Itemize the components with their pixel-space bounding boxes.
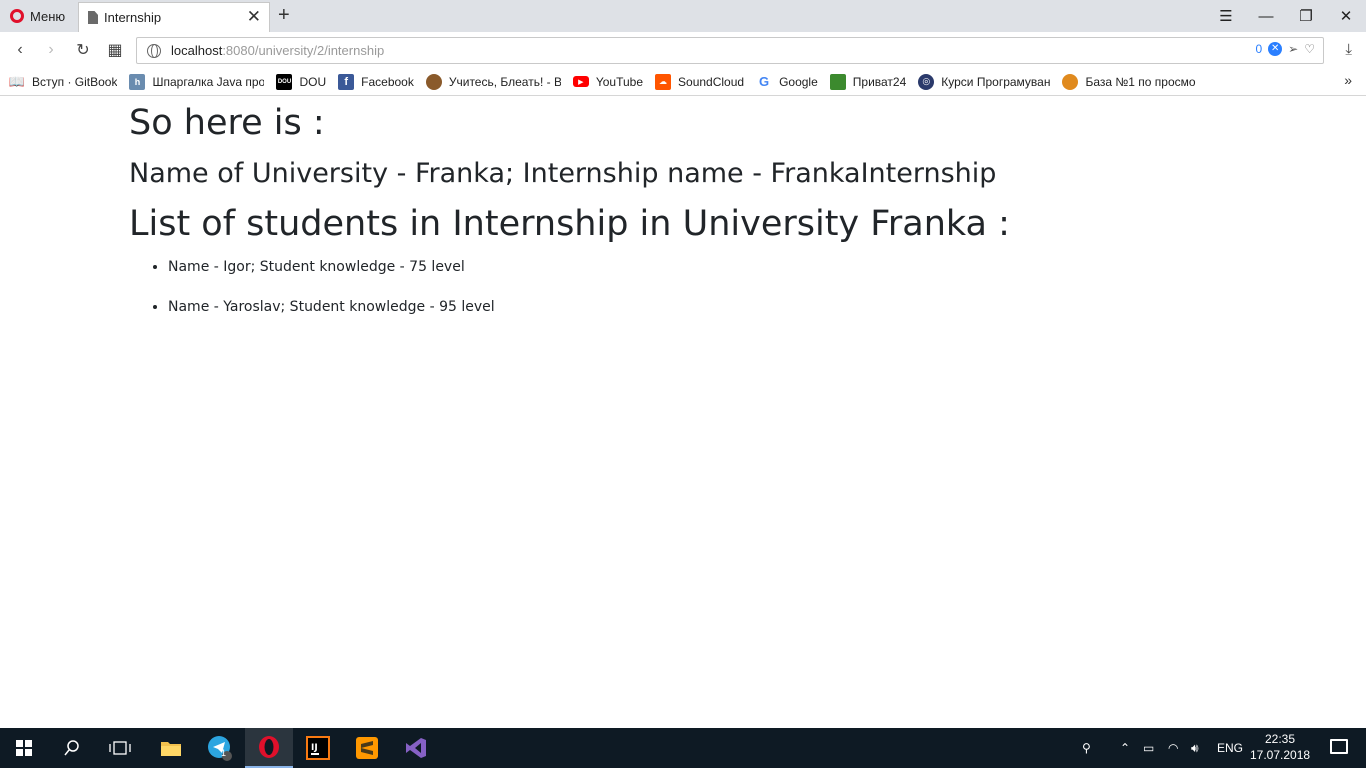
bookmark-privat24[interactable]: Приват24 <box>829 73 906 90</box>
bear-icon <box>425 73 442 90</box>
students-list: Name - Igor; Student knowledge - 75 leve… <box>168 258 495 338</box>
bookmark-baza[interactable]: База №1 по просмо <box>1062 73 1196 90</box>
opera-taskbar-icon[interactable] <box>245 728 293 768</box>
bookmark-uchites[interactable]: Учитесь, Блеать! - Ви <box>425 73 561 90</box>
heart-icon[interactable]: ♡ <box>1304 42 1315 56</box>
url-actions: 0 ✕ ➢ ♡ <box>1255 42 1315 56</box>
clock[interactable]: 22:35 17.07.2018 <box>1250 731 1310 763</box>
bookmark-soundcloud[interactable]: ☁ SoundCloud <box>655 73 744 90</box>
tab-title: Internship <box>104 10 162 25</box>
list-item: Name - Yaroslav; Student knowledge - 95 … <box>168 298 495 338</box>
notifications-icon[interactable] <box>1330 739 1348 754</box>
svg-text:IJ: IJ <box>311 743 318 753</box>
close-window-button[interactable]: ✕ <box>1326 0 1366 32</box>
menu-label: Меню <box>30 8 66 24</box>
url-host: localhost <box>171 43 223 58</box>
file-explorer-icon[interactable] <box>147 728 195 768</box>
page-content: So here is : Name of University - Franka… <box>0 97 1366 728</box>
dou-icon: DOU <box>276 73 293 90</box>
reload-button[interactable]: ↻ <box>70 38 96 62</box>
people-icon[interactable]: ⚲ <box>1082 728 1091 768</box>
opera-menu-button[interactable]: Меню <box>0 0 77 32</box>
bookmark-google[interactable]: G Google <box>756 74 818 90</box>
minimize-button[interactable]: — <box>1246 0 1286 32</box>
internship-info-heading: Name of University - Franka; Internship … <box>129 158 997 189</box>
send-icon[interactable]: ➢ <box>1288 42 1298 56</box>
close-tab-icon[interactable]: ✕ <box>247 8 261 25</box>
intellij-icon[interactable]: IJ <box>294 728 342 768</box>
screen: Меню Internship ✕ + ☰ — ❐ ✕ ‹ › ↻ ▦ loca… <box>0 0 1366 768</box>
book-icon: 📖 <box>9 73 26 89</box>
bookmark-kursi[interactable]: ◎ Курси Програмуван <box>918 73 1050 90</box>
list-item: Name - Igor; Student knowledge - 75 leve… <box>168 258 495 298</box>
task-view-icon[interactable] <box>96 728 144 768</box>
opera-logo-icon <box>10 9 24 23</box>
youtube-icon: ▶ <box>572 76 589 87</box>
google-icon: G <box>759 74 770 89</box>
tab-menu-icon[interactable]: ☰ <box>1206 0 1246 32</box>
bookmarks-bar: 📖 Вступ · GitBook h Шпаргалка Java про D… <box>0 68 1366 96</box>
adblock-count: 0 <box>1255 42 1263 56</box>
globe-icon <box>147 43 161 58</box>
sublime-text-icon[interactable] <box>343 728 391 768</box>
telegram-icon[interactable]: 1 <box>196 728 244 768</box>
target-icon: ◎ <box>918 73 935 90</box>
show-hidden-icons[interactable]: ⌃ <box>1120 728 1130 768</box>
students-list-heading: List of students in Internship in Univer… <box>129 204 1010 244</box>
back-button[interactable]: ‹ <box>7 38 33 62</box>
bookmark-java-cheatsheet[interactable]: h Шпаргалка Java про <box>129 73 264 90</box>
visual-studio-icon[interactable] <box>392 728 440 768</box>
battery-icon[interactable]: ▭ <box>1143 728 1154 768</box>
page-title: So here is : <box>129 103 325 143</box>
bookmark-facebook[interactable]: f Facebook <box>338 73 414 90</box>
tab-strip: Меню Internship ✕ + ☰ — ❐ ✕ <box>0 0 1366 32</box>
bookmark-youtube[interactable]: ▶ YouTube <box>572 75 643 89</box>
language-indicator[interactable]: ENG <box>1217 728 1243 768</box>
clock-time: 22:35 <box>1264 732 1296 746</box>
privat24-icon <box>829 73 846 90</box>
adblock-icon[interactable]: ✕ <box>1268 42 1283 56</box>
bookmark-dou[interactable]: DOU DOU <box>276 73 326 90</box>
h-icon: h <box>129 73 146 90</box>
url-field[interactable]: localhost:8080/university/2/internship 0… <box>136 37 1324 64</box>
url-path: :8080/university/2/internship <box>222 43 385 58</box>
windows-start-icon[interactable] <box>0 728 48 768</box>
windows-taskbar: 1 IJ ⚲ ⌃ ▭ ◠ 🔊︎ ENG 22:35 17.07.2018 <box>0 728 1366 768</box>
bookmark-gitbook[interactable]: 📖 Вступ · GitBook <box>9 74 117 90</box>
volume-icon[interactable]: 🔊︎ <box>1191 728 1199 768</box>
telegram-badge: 1 <box>221 748 227 758</box>
speed-dial-icon[interactable]: ▦ <box>102 38 128 62</box>
tab-internship[interactable]: Internship ✕ <box>78 2 270 32</box>
document-icon <box>88 11 98 24</box>
download-icon[interactable]: ⤓ <box>1345 41 1352 58</box>
address-toolbar: ‹ › ↻ ▦ localhost:8080/university/2/inte… <box>0 32 1366 68</box>
clock-date: 17.07.2018 <box>1250 748 1311 762</box>
tiger-icon <box>1062 73 1079 90</box>
restore-button[interactable]: ❐ <box>1286 0 1326 32</box>
more-bookmarks-icon[interactable]: » <box>1344 72 1352 88</box>
wifi-icon[interactable]: ◠ <box>1168 728 1178 768</box>
new-tab-button[interactable]: + <box>278 5 290 25</box>
search-icon[interactable] <box>48 728 96 768</box>
soundcloud-icon: ☁ <box>655 73 672 90</box>
facebook-icon: f <box>338 73 355 90</box>
forward-button[interactable]: › <box>38 38 64 62</box>
